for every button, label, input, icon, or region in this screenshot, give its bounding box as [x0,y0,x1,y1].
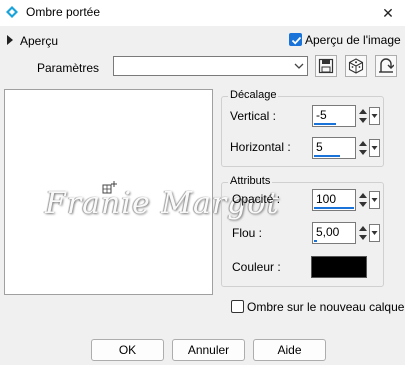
vertical-label: Vertical : [230,109,277,123]
preview-image-label: Aperçu de l'image [305,33,401,47]
blur-value: 5,00 [316,225,340,239]
expand-arrow-icon[interactable] [6,34,14,46]
vertical-slider-popup-button[interactable] [369,107,380,125]
opacity-label: Opacité : [232,192,281,206]
vertical-spinner[interactable]: -5 [312,105,380,127]
horizontal-input[interactable]: 5 [312,137,356,159]
spinner-arrows-icon[interactable] [358,191,368,209]
color-label: Couleur : [232,260,281,274]
horizontal-label: Horizontal : [230,140,291,154]
presets-label: Paramètres [37,61,100,75]
blur-slider-popup-button[interactable] [369,224,380,242]
opacity-slider-popup-button[interactable] [369,191,380,209]
close-button[interactable]: ✕ [371,0,405,26]
cancel-button[interactable]: Annuler [172,339,245,361]
vertical-value: -5 [316,108,327,122]
opacity-value: 100 [316,192,337,206]
horizontal-spinner[interactable]: 5 [312,137,380,159]
title-bar: Ombre portée ✕ [0,0,405,26]
opacity-spinner[interactable]: 100 [312,189,380,211]
horizontal-slider-popup-button[interactable] [369,139,380,157]
vertical-slider-bar[interactable] [314,123,336,125]
shadow-color-swatch[interactable] [311,256,367,278]
presets-dropdown[interactable] [113,56,308,76]
help-button[interactable]: Aide [253,339,326,361]
blur-spinner[interactable]: 5,00 [312,222,380,244]
blur-input[interactable]: 5,00 [312,222,356,244]
opacity-slider-bar[interactable] [314,207,354,209]
blur-slider-bar[interactable] [314,240,317,242]
preview-image-checkbox[interactable] [289,33,302,46]
horizontal-slider-bar[interactable] [314,155,340,157]
offset-group-title: Décalage [228,89,279,101]
preview-expander-label: Aperçu [20,34,59,48]
opacity-input[interactable]: 100 [312,189,356,211]
chevron-down-icon[interactable] [293,59,305,76]
attributes-group-title: Attributs [228,175,273,187]
reset-button[interactable] [375,55,397,77]
randomize-button[interactable] [345,55,367,77]
spinner-arrows-icon[interactable] [358,139,368,157]
new-layer-checkbox[interactable] [231,300,244,313]
app-logo-icon [4,4,20,20]
spinner-arrows-icon[interactable] [358,107,368,125]
spinner-arrows-icon[interactable] [358,224,368,242]
vertical-input[interactable]: -5 [312,105,356,127]
horizontal-value: 5 [316,140,323,154]
new-layer-label: Ombre sur le nouveau calque [247,300,405,314]
ok-button[interactable]: OK [91,339,164,361]
save-preset-button[interactable] [315,55,337,77]
window-title: Ombre portée [26,5,101,19]
preview-canvas[interactable]: Franie Margot [4,89,279,295]
blur-label: Flou : [232,226,263,240]
